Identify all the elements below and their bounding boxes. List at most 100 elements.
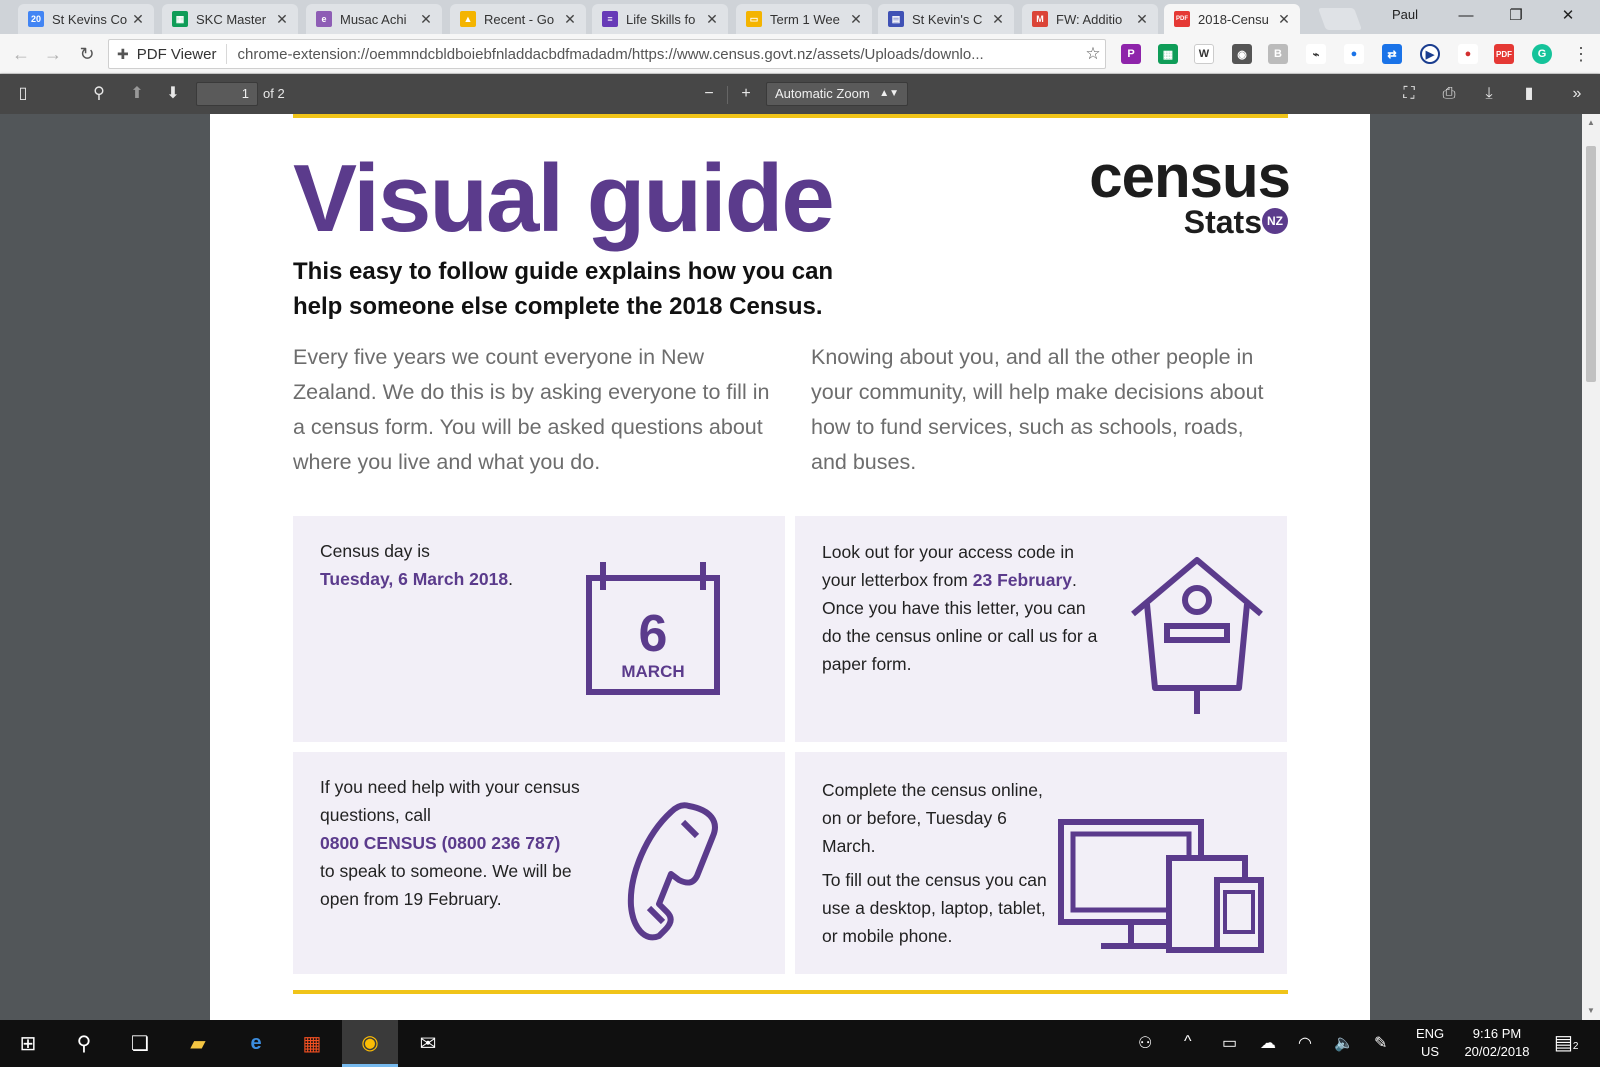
address-bar[interactable]: ✚ PDF Viewer chrome-extension://oemmndcb… (108, 39, 1106, 69)
browser-tab[interactable]: 20 St Kevins Co ✕ (18, 4, 154, 34)
show-hidden-icons-icon[interactable]: ^ (1184, 1033, 1192, 1051)
bookmark-icon[interactable]: ▮ (1516, 82, 1542, 106)
calendar-icon: 6 MARCH (586, 562, 720, 695)
windows-start-icon[interactable]: ⊞ (0, 1020, 56, 1067)
site-info[interactable]: ✚ PDF Viewer (109, 44, 228, 64)
file-explorer-icon[interactable]: ▰ (170, 1020, 226, 1067)
profile-name[interactable]: Paul (1392, 7, 1418, 22)
bookmark-star-icon[interactable]: ☆ (1081, 44, 1105, 64)
clock[interactable]: 9:16 PM 20/02/2018 (1456, 1025, 1538, 1061)
card-online: Complete the census online, on or before… (795, 752, 1287, 974)
classroom-icon[interactable]: ▦ (1158, 44, 1178, 64)
zoom-out-icon[interactable]: − (696, 82, 722, 106)
browser-tab[interactable]: ▦ SKC Master ✕ (162, 4, 298, 34)
browser-tab[interactable]: ≡ Life Skills fo ✕ (592, 4, 728, 34)
sidebar-toggle-icon[interactable]: ▯ (10, 82, 36, 106)
presentation-mode-icon[interactable]: ⛶ (1396, 82, 1422, 106)
close-tab-icon[interactable]: ✕ (990, 11, 1006, 28)
restore-icon[interactable]: ❐ (1496, 4, 1536, 28)
puzzle-icon: ✚ (117, 45, 129, 62)
url-text[interactable]: chrome-extension://oemmndcbldboiebfnladd… (227, 46, 1081, 63)
sheets-icon: ▦ (172, 11, 188, 27)
card-census-day: Census day is Tuesday, 6 March 2018. 6 M… (293, 516, 785, 742)
browser-toolbar: ← → ↻ ✚ PDF Viewer chrome-extension://oe… (0, 34, 1600, 74)
online-line1: Complete the census online, on or before… (822, 780, 1043, 856)
mail-icon[interactable]: ✉ (400, 1020, 456, 1067)
print-icon[interactable]: ⎙ (1436, 82, 1462, 106)
wifi-icon[interactable]: ◠ (1298, 1033, 1312, 1053)
browser-tab[interactable]: PDF 2018-Censu ✕ (1164, 4, 1300, 34)
zoom-value: Automatic Zoom (775, 86, 870, 101)
chrome-taskbar-icon[interactable]: ◉ (342, 1020, 398, 1067)
zoom-select[interactable]: Automatic Zoom ▲▼ (766, 82, 908, 106)
minimize-icon[interactable]: — (1446, 4, 1486, 28)
calendar-month: MARCH (621, 662, 684, 681)
keep-icon[interactable]: ◉ (1232, 44, 1252, 64)
chevron-updown-icon: ▲▼ (879, 88, 899, 99)
translate-icon[interactable]: ⇄ (1382, 44, 1402, 64)
language-indicator[interactable]: ENG US (1416, 1025, 1444, 1061)
browser-tab[interactable]: e Musac Achi ✕ (306, 4, 442, 34)
voice-icon[interactable]: ● (1458, 44, 1478, 64)
cast-icon[interactable]: ⌁ (1306, 44, 1326, 64)
people-icon[interactable]: ⚇ (1138, 1033, 1152, 1053)
pdf-toolbar: ▯ ⚲ ⬆ ⬇ 1 of 2 − + Automatic Zoom ▲▼ ⛶ ⎙… (0, 74, 1600, 114)
chrome-menu-icon[interactable]: ⋮ (1568, 41, 1594, 67)
calendar-icon: 20 (28, 11, 44, 27)
scrollbar-thumb[interactable] (1586, 146, 1596, 382)
download-icon[interactable]: ⤓ (1476, 82, 1502, 106)
vertical-scrollbar[interactable]: ▲ ▼ (1582, 114, 1600, 1020)
zoom-in-icon[interactable]: + (733, 82, 759, 106)
close-window-icon[interactable]: ✕ (1548, 4, 1588, 28)
top-rule (293, 114, 1288, 118)
page-number-input[interactable]: 1 (196, 82, 258, 106)
microphone-icon[interactable]: ● (1344, 44, 1364, 64)
new-tab-button[interactable] (1317, 8, 1363, 30)
close-tab-icon[interactable]: ✕ (1276, 11, 1292, 28)
close-tab-icon[interactable]: ✕ (130, 11, 146, 28)
census-day-suffix: . (508, 569, 513, 589)
bottom-rule (293, 990, 1288, 994)
back-icon[interactable]: ← (8, 41, 34, 67)
close-tab-icon[interactable]: ✕ (562, 11, 578, 28)
battery-icon[interactable]: ▭ (1222, 1033, 1237, 1053)
find-icon[interactable]: ⚲ (86, 82, 112, 106)
close-tab-icon[interactable]: ✕ (848, 11, 864, 28)
forward-icon[interactable]: → (40, 41, 66, 67)
pdf-viewer: Visual guide census Stats NZ This easy t… (0, 114, 1582, 1020)
scroll-down-icon[interactable]: ▼ (1582, 1002, 1600, 1020)
close-tab-icon[interactable]: ✕ (704, 11, 720, 28)
browser-tab[interactable]: M FW: Additio ✕ (1022, 4, 1158, 34)
store-icon[interactable]: ▦ (284, 1020, 340, 1067)
pdf-extension-icon[interactable]: PDF (1494, 44, 1514, 64)
pen-icon[interactable]: ✎ (1374, 1033, 1387, 1053)
action-center-icon[interactable]: ▤2 (1554, 1030, 1578, 1055)
search-icon[interactable]: ⚲ (56, 1020, 112, 1067)
previous-page-icon[interactable]: ⬆ (124, 82, 150, 106)
scroll-up-icon[interactable]: ▲ (1582, 114, 1600, 132)
reload-icon[interactable]: ↻ (74, 41, 100, 67)
wikipedia-icon[interactable]: W (1194, 44, 1214, 64)
volume-icon[interactable]: 🔈 (1334, 1033, 1354, 1053)
browser-tab[interactable]: ▲ Recent - Go ✕ (450, 4, 586, 34)
close-tab-icon[interactable]: ✕ (418, 11, 434, 28)
play-icon[interactable]: ▶ (1420, 44, 1440, 64)
task-view-icon[interactable]: ❏ (112, 1020, 168, 1067)
edge-icon[interactable]: e (228, 1020, 284, 1067)
close-tab-icon[interactable]: ✕ (1134, 11, 1150, 28)
tools-icon[interactable]: » (1564, 82, 1590, 106)
census-logo-word: census (1089, 143, 1291, 210)
extension-b-icon[interactable]: B (1268, 44, 1288, 64)
browser-tab[interactable]: ▤ St Kevin's C ✕ (878, 4, 1014, 34)
slides-icon: ▭ (746, 11, 762, 27)
close-tab-icon[interactable]: ✕ (274, 11, 290, 28)
help-text: If you need help with your census questi… (320, 773, 580, 913)
next-page-icon[interactable]: ⬇ (160, 82, 186, 106)
browser-tab[interactable]: ▭ Term 1 Wee ✕ (736, 4, 872, 34)
drive-icon: ▲ (460, 11, 476, 27)
extension-p-icon[interactable]: P (1121, 44, 1141, 64)
tab-title: Musac Achi (340, 11, 407, 27)
grammarly-icon[interactable]: G (1532, 44, 1552, 64)
onedrive-icon[interactable]: ☁ (1260, 1033, 1276, 1053)
tab-title: SKC Master (196, 11, 267, 27)
